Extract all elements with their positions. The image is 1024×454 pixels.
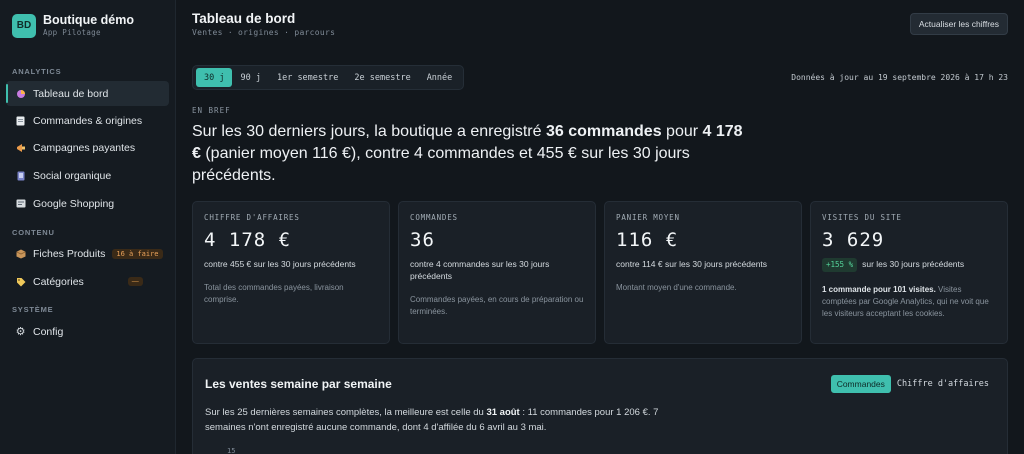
social-icon <box>15 170 26 181</box>
section-title-analytics: ANALYTICS <box>12 67 62 76</box>
categories-badge: — <box>127 277 143 286</box>
shopping-icon <box>15 198 26 209</box>
sidebar-item-label: Fiches Produits <box>33 247 106 260</box>
kpi-card-orders: COMMANDES 36 contre 4 commandes sur les … <box>398 201 596 344</box>
sidebar-item-campagnes[interactable]: Campagnes payantes <box>6 135 169 160</box>
metric-toggle: Commandes Chiffre d'affaires <box>830 375 995 393</box>
panel-title: Les ventes semaine par semaine <box>205 377 392 391</box>
page-title: Tableau de bord <box>192 11 296 26</box>
summary-text: Sur les 30 derniers jours, la boutique a… <box>192 123 743 184</box>
document-icon <box>15 115 26 126</box>
period-30d[interactable]: 30 j <box>196 68 233 87</box>
kpi-card-visits: VISITES DU SITE 3 629 +155 % sur les 30 j… <box>810 201 1008 344</box>
todo-badge: 16 à faire <box>112 248 163 259</box>
kpi-value: 4 178 € <box>204 229 292 251</box>
brand-logo: BD <box>12 13 36 38</box>
sidebar-item-label: Campagnes payantes <box>33 141 136 154</box>
sidebar-item-label: Social organique <box>33 169 112 182</box>
sidebar-item-config[interactable]: ⚙ Config <box>6 319 169 344</box>
last-updated: Données à jour au 19 septembre 2026 à 17… <box>791 73 1008 82</box>
kpi-comparison: contre 4 commandes sur les 30 jours préc… <box>410 259 550 281</box>
delta-badge: +155 % <box>822 258 858 272</box>
kpi-note: Total des commandes payées, livraison co… <box>204 283 344 304</box>
sidebar-item-social[interactable]: Social organique <box>6 163 169 188</box>
period-90d[interactable]: 90 j <box>232 68 268 87</box>
breadcrumb: Ventes · origines · parcours <box>192 28 336 37</box>
sidebar: BD Boutique démo App Pilotage ANALYTICS … <box>0 0 176 454</box>
brand[interactable]: BD Boutique démo App Pilotage <box>12 13 134 38</box>
sidebar-item-categories[interactable]: Catégories — <box>6 269 169 294</box>
brand-subtitle: App Pilotage <box>43 28 101 37</box>
sidebar-item-label: Tableau de bord <box>33 87 109 100</box>
brand-name: Boutique démo <box>43 13 134 27</box>
section-title-contenu: CONTENU <box>12 228 55 237</box>
kpi-card-revenue: CHIFFRE D'AFFAIRES 4 178 € contre 455 € … <box>192 201 390 344</box>
tag-icon <box>15 276 26 287</box>
megaphone-icon <box>15 142 26 153</box>
sidebar-item-commandes[interactable]: Commandes & origines <box>6 108 169 133</box>
sidebar-item-label: Config <box>33 325 64 338</box>
kpi-label: CHIFFRE D'AFFAIRES <box>204 213 300 222</box>
toggle-orders[interactable]: Commandes <box>830 375 891 393</box>
kpi-comparison: +155 % sur les 30 jours précédents <box>822 258 996 272</box>
toggle-revenue[interactable]: Chiffre d'affaires <box>891 375 995 393</box>
period-h2[interactable]: 2e semestre <box>346 68 418 87</box>
section-title-systeme: SYSTÈME <box>12 305 54 314</box>
kpi-label: PANIER MOYEN <box>616 213 680 222</box>
kpi-note: 1 commande pour 101 visites. Visites com… <box>822 285 989 318</box>
kpi-card-basket: PANIER MOYEN 116 € contre 114 € sur les … <box>604 201 802 344</box>
kpi-label: VISITES DU SITE <box>822 213 902 222</box>
kpi-value: 36 <box>410 229 435 251</box>
gear-icon: ⚙ <box>15 326 26 338</box>
sidebar-item-label: Catégories <box>33 275 84 288</box>
chart-axis-tick: 15 <box>227 447 236 454</box>
weekly-summary: Sur les 25 dernières semaines complètes,… <box>205 407 659 433</box>
sidebar-item-tableau-de-bord[interactable]: Tableau de bord <box>6 81 169 106</box>
sidebar-item-google-shopping[interactable]: Google Shopping <box>6 191 169 216</box>
sidebar-item-fiches-produits[interactable]: Fiches Produits 16 à faire <box>6 241 169 266</box>
kpi-comparison: contre 114 € sur les 30 jours précédents <box>616 259 768 269</box>
summary-label: EN BREF <box>192 106 231 115</box>
period-year[interactable]: Année <box>419 68 461 87</box>
kpi-value: 3 629 <box>822 229 885 251</box>
kpi-note: Montant moyen d'une commande. <box>616 283 737 292</box>
dashboard-icon <box>15 88 26 99</box>
main-content: Tableau de bord Ventes · origines · parc… <box>176 0 1024 454</box>
kpi-comparison: contre 455 € sur les 30 jours précédents <box>204 259 356 269</box>
box-icon <box>15 248 26 259</box>
sidebar-item-label: Google Shopping <box>33 197 115 210</box>
weekly-sales-panel: Les ventes semaine par semaine Commandes… <box>192 358 1008 454</box>
kpi-label: COMMANDES <box>410 213 458 222</box>
refresh-button[interactable]: Actualiser les chiffres <box>909 13 1008 35</box>
period-selector: 30 j 90 j 1er semestre 2e semestre Année <box>192 65 465 90</box>
kpi-note: Commandes payées, en cours de préparatio… <box>410 295 584 316</box>
sidebar-item-label: Commandes & origines <box>33 114 143 127</box>
kpi-value: 116 € <box>616 229 679 251</box>
period-h1[interactable]: 1er semestre <box>269 68 346 87</box>
